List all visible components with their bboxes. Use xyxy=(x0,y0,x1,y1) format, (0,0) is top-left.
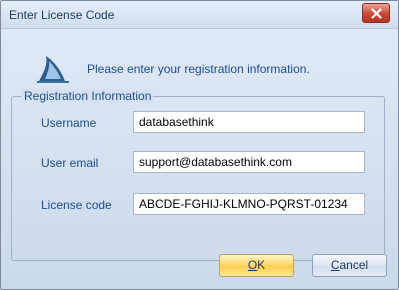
license-dialog: Enter License Code Please enter your reg… xyxy=(0,0,399,290)
close-icon xyxy=(371,8,382,19)
license-code-label: License code xyxy=(41,198,112,212)
close-button[interactable] xyxy=(362,3,390,23)
username-label: Username xyxy=(41,116,97,130)
registration-group-legend: Registration Information xyxy=(22,89,154,103)
license-code-input[interactable]: ABCDE-FGHIJ-KLMNO-PQRST-01234 xyxy=(133,193,365,215)
dialog-body: Please enter your registration informati… xyxy=(1,29,398,289)
user-email-input[interactable]: support@databasethink.com xyxy=(133,151,365,173)
user-email-label: User email xyxy=(41,156,99,170)
shark-fin-icon xyxy=(37,56,69,83)
username-input[interactable]: databasethink xyxy=(133,111,365,133)
ok-button-label: K xyxy=(257,258,266,272)
window-title: Enter License Code xyxy=(9,8,115,22)
header-message: Please enter your registration informati… xyxy=(87,62,310,76)
ok-button-mnemonic: O xyxy=(247,258,258,272)
cancel-button[interactable]: Cancel xyxy=(312,254,387,277)
cancel-button-label: ancel xyxy=(339,258,369,272)
title-bar[interactable]: Enter License Code xyxy=(1,1,398,29)
ok-button[interactable]: OK xyxy=(219,254,294,277)
